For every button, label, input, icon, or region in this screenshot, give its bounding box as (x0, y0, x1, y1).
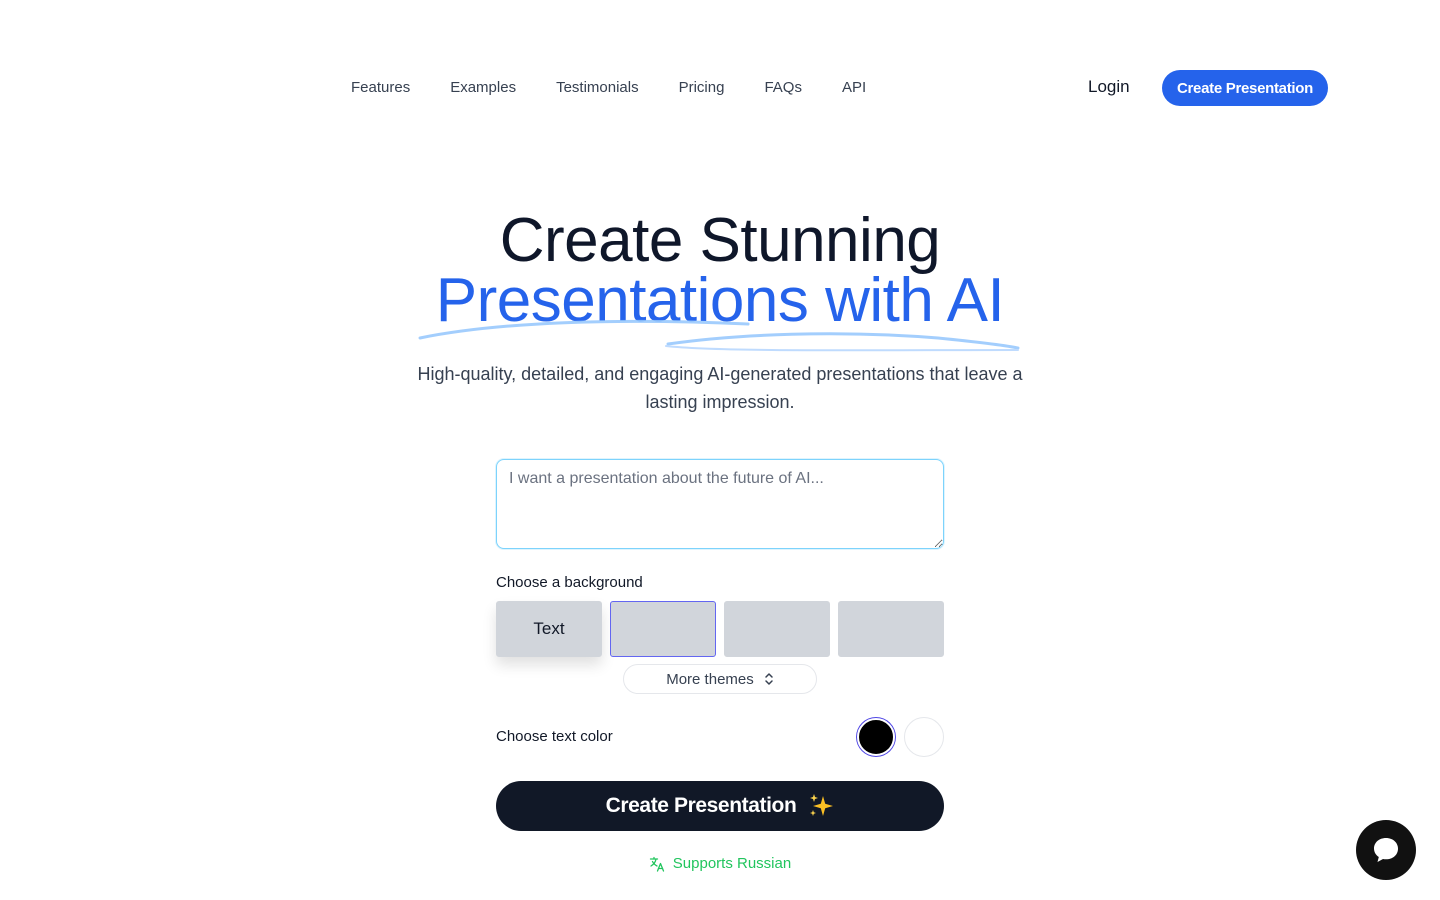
background-tile-2[interactable] (610, 601, 716, 657)
nav-link-examples[interactable]: Examples (450, 78, 516, 98)
background-tile-text[interactable]: Text (496, 601, 602, 657)
presentation-prompt-input[interactable] (496, 459, 944, 549)
chevron-up-down-icon (765, 673, 773, 685)
login-link[interactable]: Login (1088, 77, 1130, 97)
nav-link-faqs[interactable]: FAQs (764, 78, 802, 98)
more-themes-label: More themes (666, 670, 754, 688)
text-color-label: Choose text color (496, 728, 613, 745)
nav-create-presentation-button[interactable]: Create Presentation (1162, 70, 1328, 106)
nav-link-api[interactable]: API (842, 78, 866, 98)
nav-links: Features Examples Testimonials Pricing F… (351, 78, 866, 98)
create-presentation-label: Create Presentation (605, 794, 797, 817)
sparkles-icon (810, 794, 834, 816)
background-label: Choose a background (496, 574, 643, 591)
text-color-white-swatch[interactable] (904, 717, 944, 757)
more-themes-button[interactable]: More themes (623, 664, 817, 694)
top-navigation: Features Examples Testimonials Pricing F… (0, 0, 1440, 176)
text-color-black-swatch[interactable] (857, 718, 895, 756)
background-tile-3[interactable] (724, 601, 830, 657)
translate-icon (649, 856, 664, 872)
nav-link-pricing[interactable]: Pricing (679, 78, 725, 98)
chat-bubble-icon (1374, 838, 1398, 862)
background-tile-4[interactable] (838, 601, 944, 657)
chat-widget-button[interactable] (1356, 820, 1416, 880)
nav-link-testimonials[interactable]: Testimonials (556, 78, 639, 98)
supports-language-text: Supports Russian (672, 855, 792, 872)
underline-swoosh-decoration (418, 319, 1020, 352)
create-presentation-button[interactable]: Create Presentation (496, 781, 944, 831)
hero-subtitle: High-quality, detailed, and engaging AI-… (417, 364, 1023, 412)
nav-link-features[interactable]: Features (351, 78, 410, 98)
hero-title-line1: Create Stunning (499, 206, 941, 275)
supported-language-note: Supports Russian (0, 855, 1440, 872)
background-options: Text (496, 601, 944, 657)
